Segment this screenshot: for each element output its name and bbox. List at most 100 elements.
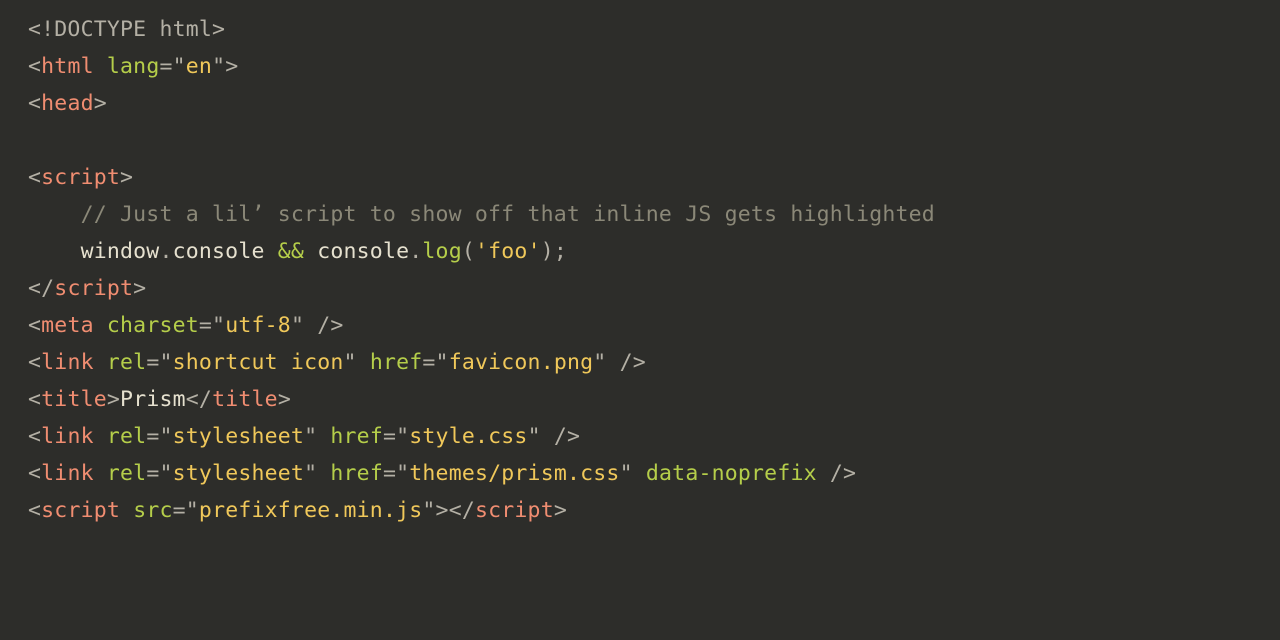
punct: "	[620, 461, 633, 486]
attr-charset: charset	[107, 313, 199, 338]
space	[265, 239, 278, 264]
punct: (	[462, 239, 475, 264]
attr-val-stylesheet: stylesheet	[173, 461, 304, 486]
tag-title-end: title	[212, 387, 278, 412]
attr-val-prefixfree: prefixfree.min.js	[199, 498, 422, 523]
punct: >	[554, 498, 567, 523]
attr-val-shortcut-icon: shortcut icon	[173, 350, 344, 375]
punct: />	[541, 424, 580, 449]
punct: ;	[554, 239, 567, 264]
punct: ="	[199, 313, 225, 338]
punct: >	[120, 165, 133, 190]
js-console: console	[317, 239, 409, 264]
punct: "	[291, 313, 304, 338]
tag-meta: meta	[41, 313, 94, 338]
punct: />	[606, 350, 645, 375]
attr-val-utf8: utf-8	[225, 313, 291, 338]
punct: >	[107, 387, 120, 412]
punct: >	[278, 387, 291, 412]
code-block: <!DOCTYPE html> <html lang="en"> <head> …	[0, 0, 1280, 530]
attr-val-en: en	[186, 54, 212, 79]
punct: <	[28, 165, 41, 190]
tag-head: head	[41, 91, 94, 116]
punct: "	[212, 54, 225, 79]
punct: "	[528, 424, 541, 449]
attr-rel: rel	[107, 350, 146, 375]
attr-data-noprefix: data-noprefix	[646, 461, 817, 486]
tag-script-end: script	[54, 276, 133, 301]
punct: ="	[159, 54, 185, 79]
js-log: log	[422, 239, 461, 264]
space	[120, 498, 133, 523]
tag-script-end: script	[475, 498, 554, 523]
punct: "	[344, 350, 357, 375]
punct: </	[449, 498, 475, 523]
punct: >	[133, 276, 146, 301]
punct: <	[28, 313, 41, 338]
space	[94, 461, 107, 486]
js-andand: &&	[278, 239, 304, 264]
punct: <	[28, 424, 41, 449]
punct: >	[436, 498, 449, 523]
punct: .	[159, 239, 172, 264]
punct: ="	[422, 350, 448, 375]
space	[94, 313, 107, 338]
tag-link: link	[41, 461, 94, 486]
attr-val-favicon: favicon.png	[449, 350, 594, 375]
tag-script: script	[41, 165, 120, 190]
punct: </	[28, 276, 54, 301]
punct: ="	[173, 498, 199, 523]
js-console: console	[173, 239, 265, 264]
punct: "	[593, 350, 606, 375]
attr-val-stylecss: style.css	[409, 424, 527, 449]
js-window: window	[81, 239, 160, 264]
attr-href: href	[330, 424, 383, 449]
punct: <	[28, 461, 41, 486]
punct: )	[541, 239, 554, 264]
punct: <	[28, 498, 41, 523]
punct: >	[225, 54, 238, 79]
attr-val-prismcss: themes/prism.css	[409, 461, 619, 486]
tag-link: link	[41, 424, 94, 449]
punct: "	[304, 461, 317, 486]
punct: >	[94, 91, 107, 116]
punct: <	[28, 54, 41, 79]
punct: "	[422, 498, 435, 523]
space	[317, 424, 330, 449]
tag-html: html	[41, 54, 94, 79]
punct: />	[304, 313, 343, 338]
attr-lang: lang	[107, 54, 160, 79]
attr-rel: rel	[107, 424, 146, 449]
punct: "	[304, 424, 317, 449]
punct: ="	[383, 424, 409, 449]
space	[633, 461, 646, 486]
doctype: <!DOCTYPE html>	[28, 17, 225, 42]
attr-rel: rel	[107, 461, 146, 486]
punct: .	[409, 239, 422, 264]
punct: <	[28, 91, 41, 116]
punct: ="	[146, 350, 172, 375]
attr-src: src	[133, 498, 172, 523]
space	[304, 239, 317, 264]
punct: ="	[146, 461, 172, 486]
js-indent	[28, 239, 81, 264]
punct: <	[28, 350, 41, 375]
punct: ="	[146, 424, 172, 449]
attr-href: href	[330, 461, 383, 486]
punct: ="	[383, 461, 409, 486]
tag-title: title	[41, 387, 107, 412]
attr-href: href	[370, 350, 423, 375]
attr-val-stylesheet: stylesheet	[173, 424, 304, 449]
title-text: Prism	[120, 387, 186, 412]
space	[317, 461, 330, 486]
space	[94, 350, 107, 375]
js-comment: // Just a lil’ script to show off that i…	[28, 202, 935, 227]
tag-link: link	[41, 350, 94, 375]
punct: </	[186, 387, 212, 412]
punct: />	[817, 461, 856, 486]
js-string-foo: 'foo'	[475, 239, 541, 264]
space	[357, 350, 370, 375]
tag-script: script	[41, 498, 120, 523]
punct: <	[28, 387, 41, 412]
space	[94, 424, 107, 449]
